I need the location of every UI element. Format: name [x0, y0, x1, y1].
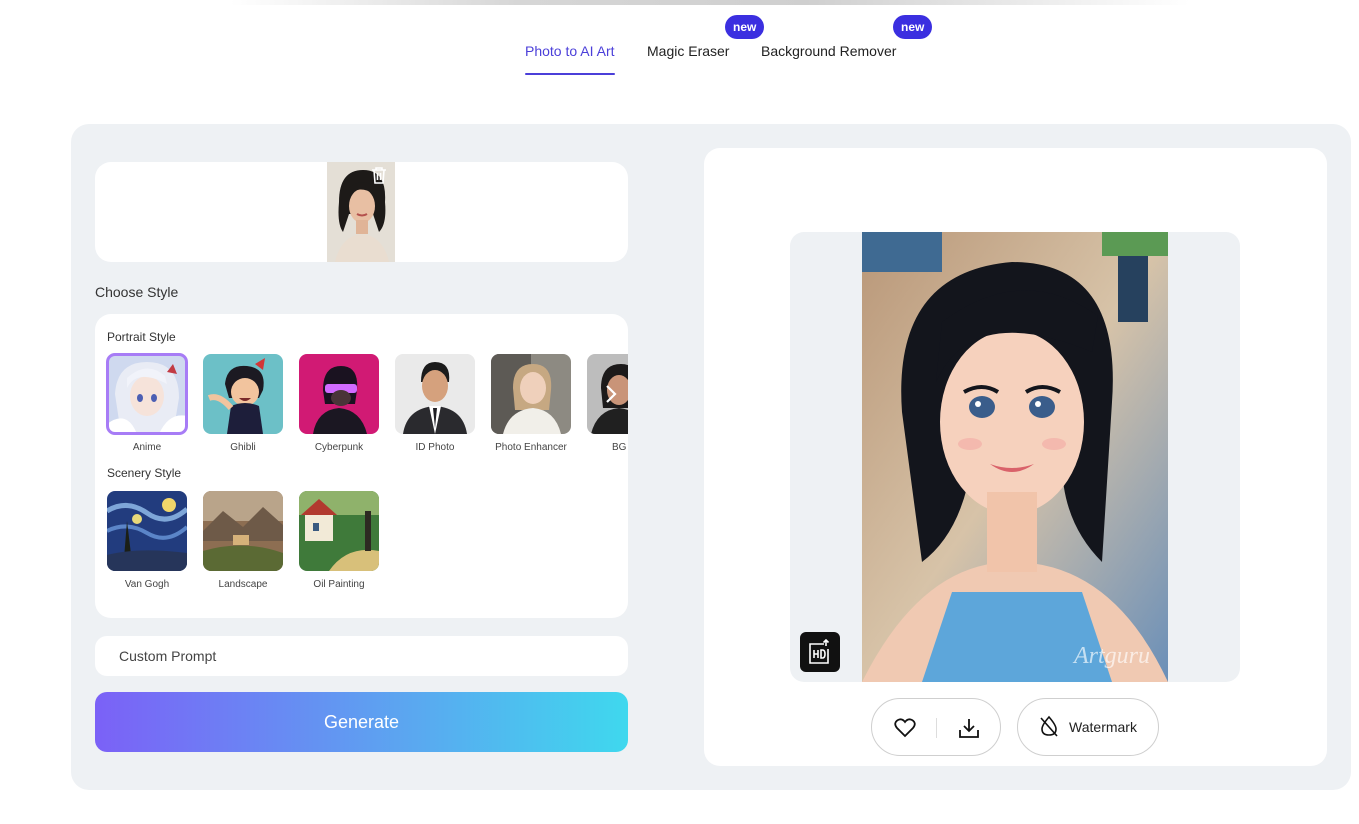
pill-divider — [936, 718, 937, 738]
tab-background-remover[interactable]: Background Remover — [761, 43, 896, 59]
tab-photo-to-ai-art[interactable]: Photo to AI Art — [525, 43, 615, 59]
van-gogh-style-preview — [107, 491, 187, 571]
style-cyberpunk[interactable]: Cyberpunk — [299, 354, 379, 453]
ghibli-style-preview — [203, 354, 283, 434]
style-id-photo[interactable]: ID Photo — [395, 354, 475, 453]
style-ghibli[interactable]: Ghibli — [203, 354, 283, 453]
chevron-right-icon[interactable] — [596, 354, 626, 434]
new-badge-background-remover: new — [893, 15, 933, 39]
anime-style-preview — [106, 353, 188, 435]
uploaded-image-box[interactable] — [95, 162, 628, 262]
style-name: BG Re — [611, 442, 628, 453]
tool-tabs: Photo to AI Art Magic Eraser new Backgro… — [0, 0, 1359, 80]
no-watermark-icon — [1039, 715, 1059, 740]
scenery-style-label: Scenery Style — [107, 466, 182, 480]
landscape-style-preview — [203, 491, 283, 571]
heart-icon[interactable] — [890, 713, 920, 743]
result-card: Artguru Watermark — [704, 148, 1327, 766]
generated-anime-image: Artguru — [862, 232, 1168, 682]
choose-style-heading: Choose Style — [95, 284, 179, 300]
style-oil-painting[interactable]: Oil Painting — [299, 491, 379, 590]
style-landscape[interactable]: Landscape — [203, 491, 283, 590]
oil-painting-style-preview — [299, 491, 379, 571]
hd-upscale-icon[interactable] — [800, 632, 840, 672]
tab-magic-eraser[interactable]: Magic Eraser — [647, 43, 729, 59]
style-name: Cyberpunk — [314, 442, 364, 453]
style-name: Landscape — [218, 579, 268, 590]
custom-prompt-input[interactable] — [95, 636, 628, 676]
download-icon[interactable] — [954, 713, 984, 743]
new-badge-magic-eraser: new — [725, 15, 765, 39]
remove-watermark-button[interactable]: Watermark — [1017, 698, 1159, 756]
style-name: Anime — [132, 442, 162, 453]
uploaded-photo-thumbnail — [327, 162, 395, 262]
result-actions-pill — [871, 698, 1001, 756]
style-picker: Portrait Style Anime Ghibli Cyberpunk ID… — [95, 314, 628, 618]
id-photo-style-preview — [395, 354, 475, 434]
cyberpunk-style-preview — [299, 354, 379, 434]
style-name: Van Gogh — [124, 579, 170, 590]
watermark-button-label: Watermark — [1069, 719, 1137, 735]
photo-enhancer-style-preview — [491, 354, 571, 434]
artguru-watermark: Artguru — [1073, 643, 1150, 669]
style-anime[interactable]: Anime — [106, 353, 188, 453]
style-name: Photo Enhancer — [495, 442, 567, 453]
style-van-gogh[interactable]: Van Gogh — [107, 491, 187, 590]
portrait-style-label: Portrait Style — [107, 330, 176, 344]
active-tab-underline — [525, 73, 615, 75]
trash-icon[interactable] — [367, 164, 391, 186]
style-name: Oil Painting — [313, 579, 365, 590]
style-name: Ghibli — [230, 442, 256, 453]
style-photo-enhancer[interactable]: Photo Enhancer — [491, 354, 571, 453]
result-image-frame: Artguru — [790, 232, 1240, 682]
custom-prompt-container — [95, 636, 628, 676]
style-name: ID Photo — [415, 442, 455, 453]
generate-button[interactable]: Generate — [95, 692, 628, 752]
